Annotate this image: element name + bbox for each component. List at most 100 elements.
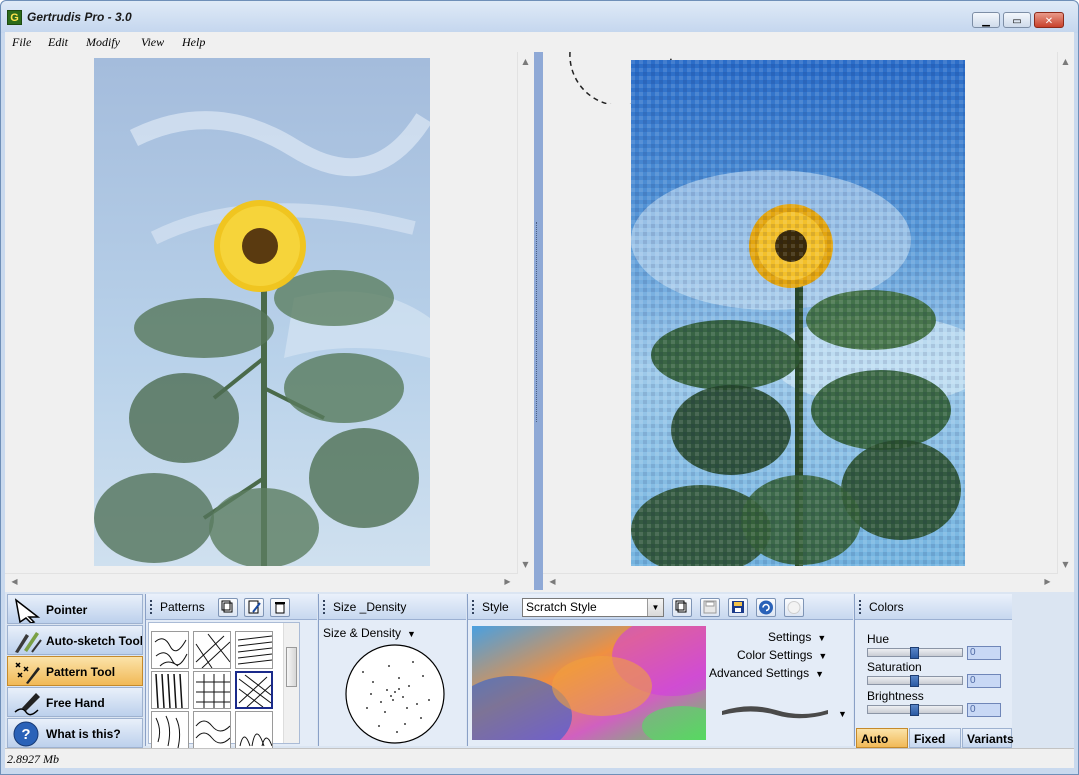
pattern-tile[interactable] [193, 711, 231, 749]
app-icon[interactable]: G [7, 10, 22, 25]
close-button[interactable]: ✕ [1034, 12, 1064, 28]
pattern-tile[interactable] [151, 631, 189, 669]
slider-thumb[interactable] [910, 704, 919, 716]
new-style-button[interactable] [672, 598, 692, 617]
menu-modify[interactable]: Modify [86, 35, 120, 50]
settings-label: Settings [768, 630, 812, 644]
original-canvas-pane[interactable]: ▲ ▼ ◀ ▶ [5, 52, 534, 590]
refresh-style-icon [759, 600, 773, 615]
slider-thumb[interactable] [910, 647, 919, 659]
tool-column: Pointer Auto-sketch Tool Pattern Tool Fr… [7, 594, 143, 748]
menu-edit[interactable]: Edit [48, 35, 68, 50]
brush-dropdown-caret[interactable]: ▼ [832, 706, 847, 720]
pattern-tile[interactable] [151, 711, 189, 749]
scroll-right-icon[interactable]: ▶ [1040, 574, 1055, 589]
size-density-panel: Size _Density Size & Density ▼ [318, 594, 466, 746]
copy-pattern-button[interactable] [218, 598, 238, 617]
tool-area: Pointer Auto-sketch Tool Pattern Tool Fr… [5, 592, 1074, 749]
title-bar[interactable]: G Gertrudis Pro - 3.0 ▁ ▭ ✕ [1, 1, 1078, 33]
style-panel-header: Style Scratch Style ▼ [468, 594, 853, 620]
patterns-scrollbar[interactable] [283, 623, 299, 743]
menu-file[interactable]: File [12, 35, 31, 50]
scroll-left-icon[interactable]: ◀ [545, 574, 560, 589]
density-circle-preview[interactable] [343, 642, 447, 746]
free-hand-pen-icon [14, 693, 40, 716]
tool-pattern-button[interactable]: Pattern Tool [7, 656, 143, 686]
panel-grip[interactable] [859, 600, 862, 614]
scroll-down-icon[interactable]: ▼ [518, 557, 533, 572]
style-title: Style [482, 600, 509, 614]
delete-pattern-button[interactable] [270, 598, 290, 617]
maximize-button[interactable]: ▭ [1003, 12, 1031, 28]
original-vertical-scrollbar[interactable]: ▲ ▼ [517, 52, 534, 574]
scroll-right-icon[interactable]: ▶ [500, 574, 515, 589]
pattern-tile[interactable] [193, 671, 231, 709]
tool-pointer-button[interactable]: Pointer [7, 594, 143, 624]
chevron-down-icon[interactable]: ▼ [647, 599, 663, 616]
tab-variants[interactable]: Variants [962, 728, 1014, 748]
brush-stroke-preview[interactable] [720, 700, 832, 722]
size-density-dropdown-label: Size & Density [323, 626, 402, 640]
saturation-slider[interactable] [867, 675, 963, 687]
pattern-tile-selected[interactable] [235, 671, 273, 709]
menu-help[interactable]: Help [182, 35, 205, 50]
scroll-down-icon[interactable]: ▼ [1058, 557, 1073, 572]
color-settings-dropdown[interactable]: Color Settings ▼ [737, 648, 827, 662]
tool-what-is-this-button[interactable]: ? What is this? [7, 718, 143, 748]
brightness-value[interactable]: 0 [967, 703, 1001, 717]
tool-auto-sketch-button[interactable]: Auto-sketch Tool [7, 625, 143, 655]
save-style-button[interactable] [700, 598, 720, 617]
patterns-panel-header: Patterns [146, 594, 317, 620]
refresh-style-button[interactable] [756, 598, 776, 617]
colors-title: Colors [869, 600, 904, 614]
scroll-left-icon[interactable]: ◀ [7, 574, 22, 589]
original-horizontal-scrollbar[interactable]: ◀ ▶ [5, 573, 517, 590]
rendered-sunflower-image [631, 60, 965, 566]
pane-splitter[interactable] [534, 52, 543, 590]
scroll-thumb[interactable] [286, 647, 297, 687]
dropdown-caret-icon: ▼ [817, 633, 827, 643]
delete-pattern-icon [275, 602, 285, 614]
slider-thumb[interactable] [910, 675, 919, 687]
advanced-settings-dropdown[interactable]: Advanced Settings ▼ [709, 666, 824, 680]
brightness-slider[interactable] [867, 704, 963, 716]
original-sunflower-image [94, 58, 430, 566]
size-density-title: Size _Density [333, 600, 407, 614]
edit-pattern-icon [248, 600, 261, 614]
size-density-dropdown[interactable]: Size & Density ▼ [323, 626, 416, 640]
tool-label: Pointer [46, 603, 88, 617]
save-as-style-button[interactable] [728, 598, 748, 617]
tool-free-hand-button[interactable]: Free Hand [7, 687, 143, 717]
scroll-up-icon[interactable]: ▲ [518, 54, 533, 69]
help-question-icon: ? [13, 721, 39, 747]
panel-grip[interactable] [323, 600, 326, 614]
rendered-vertical-scrollbar[interactable]: ▲ ▼ [1057, 52, 1074, 574]
saturation-value[interactable]: 0 [967, 674, 1001, 688]
pattern-tile[interactable] [193, 631, 231, 669]
hue-slider[interactable] [867, 647, 963, 659]
panel-grip[interactable] [150, 600, 153, 614]
tool-label: Pattern Tool [46, 665, 116, 679]
rendered-canvas-pane[interactable]: ▲ ▼ ◀ ▶ [543, 52, 1074, 590]
disabled-style-icon [787, 601, 801, 614]
panel-grip[interactable] [472, 600, 475, 614]
settings-dropdown[interactable]: Settings ▼ [768, 630, 826, 644]
tab-fixed[interactable]: Fixed [909, 728, 961, 748]
pattern-tile[interactable] [151, 671, 189, 709]
edit-pattern-button[interactable] [244, 598, 264, 617]
save-as-style-icon [732, 601, 744, 613]
style-preview-image [472, 626, 706, 740]
menu-view[interactable]: View [141, 35, 164, 50]
scroll-up-icon[interactable]: ▲ [1058, 54, 1073, 69]
client-area: ▲ ▼ ◀ ▶ ▲ ▼ ◀ ▶ Pointer Auto-sketch Tool… [5, 52, 1074, 768]
rendered-horizontal-scrollbar[interactable]: ◀ ▶ [543, 573, 1057, 590]
tool-label: Auto-sketch Tool [46, 634, 142, 648]
minimize-button[interactable]: ▁ [972, 12, 1000, 28]
pattern-tile[interactable] [235, 711, 273, 749]
style-select[interactable]: Scratch Style ▼ [522, 598, 664, 617]
patterns-grid[interactable] [148, 622, 300, 749]
hue-value[interactable]: 0 [967, 646, 1001, 660]
splitter-grip[interactable] [536, 222, 541, 422]
tab-auto[interactable]: Auto [856, 728, 908, 748]
pattern-tile[interactable] [235, 631, 273, 669]
